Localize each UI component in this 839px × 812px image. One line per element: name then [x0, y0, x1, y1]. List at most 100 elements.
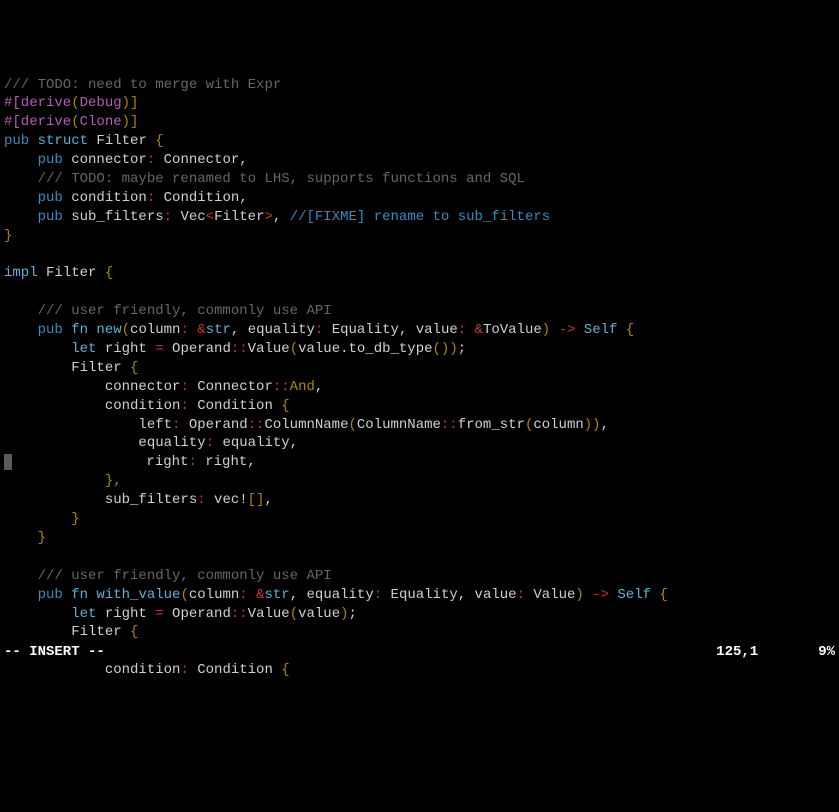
- scope: ::: [231, 606, 248, 622]
- attribute: #[derive: [4, 95, 71, 111]
- macro: vec!: [206, 492, 248, 508]
- doc-comment: /// user friendly, commonly use API: [4, 303, 332, 319]
- scroll-percent: 9%: [818, 643, 835, 662]
- type: Value: [525, 587, 575, 603]
- type: Condition,: [155, 190, 247, 206]
- var: value: [298, 606, 340, 622]
- struct-lit: Condition: [189, 398, 281, 414]
- field: sub_filters: [63, 209, 164, 225]
- field: sub_filters: [4, 492, 197, 508]
- param: column: [130, 322, 180, 338]
- field: connector: [63, 152, 147, 168]
- param: , equality: [231, 322, 315, 338]
- paren: (: [290, 341, 298, 357]
- attr-arg: Debug: [80, 95, 122, 111]
- colon: :: [164, 209, 172, 225]
- cursor-icon: [4, 454, 12, 470]
- val: right,: [197, 454, 256, 470]
- variant: And: [290, 379, 315, 395]
- brace: }: [4, 511, 80, 527]
- semi: ;: [349, 606, 357, 622]
- keyword: struct: [29, 133, 88, 149]
- paren: ): [575, 587, 583, 603]
- param: Equality, value: [382, 587, 516, 603]
- struct-lit: Condition: [189, 662, 281, 678]
- call: value.to_db_type: [298, 341, 432, 357]
- status-bar: -- INSERT -- 125,1 9%: [0, 643, 839, 662]
- cursor-position: 125,1: [716, 643, 758, 662]
- colon: :: [374, 587, 382, 603]
- brace: {: [105, 265, 113, 281]
- brace: {: [130, 624, 138, 640]
- punct: ,: [273, 209, 290, 225]
- struct-lit: Filter: [4, 360, 130, 376]
- enum: Operand: [164, 341, 231, 357]
- colon: :: [180, 398, 188, 414]
- field: condition: [4, 662, 180, 678]
- comma: ,: [264, 492, 272, 508]
- brace: }: [4, 228, 12, 244]
- variant: Value: [248, 606, 290, 622]
- code-editor[interactable]: /// TODO: need to merge with Expr #[deri…: [0, 76, 839, 681]
- call: from_str: [458, 417, 525, 433]
- keyword: impl: [4, 265, 38, 281]
- field: left: [4, 417, 172, 433]
- struct-lit: Filter: [4, 624, 130, 640]
- attribute: #[derive: [4, 114, 71, 130]
- field: condition: [4, 398, 180, 414]
- enum: Operand: [180, 417, 247, 433]
- comma: ,: [315, 379, 323, 395]
- paren: ): [340, 606, 348, 622]
- paren: )]: [122, 95, 139, 111]
- variant: Value: [248, 341, 290, 357]
- paren: ): [542, 322, 550, 338]
- paren: )): [584, 417, 601, 433]
- keyword: pub: [4, 209, 63, 225]
- brace: },: [4, 473, 122, 489]
- doc-comment: /// TODO: maybe renamed to LHS, supports…: [4, 171, 525, 187]
- brace: {: [651, 587, 668, 603]
- colon: :: [239, 587, 247, 603]
- brace: {: [281, 662, 289, 678]
- keyword: fn: [63, 322, 88, 338]
- bracket: []: [248, 492, 265, 508]
- paren: (: [71, 114, 79, 130]
- struct-name: Filter: [88, 133, 155, 149]
- doc-comment: /// TODO: need to merge with Expr: [4, 77, 281, 93]
- var: right: [96, 606, 155, 622]
- var: right: [96, 341, 155, 357]
- self-type: Self: [584, 322, 618, 338]
- enum: Connector: [189, 379, 273, 395]
- keyword: fn: [63, 587, 88, 603]
- type: Filter: [214, 209, 264, 225]
- colon: :: [188, 454, 196, 470]
- keyword: pub: [4, 190, 63, 206]
- fn-name: with_value: [88, 587, 180, 603]
- paren: (: [348, 417, 356, 433]
- field: equality: [4, 435, 206, 451]
- param: column: [189, 587, 239, 603]
- val: equality,: [214, 435, 298, 451]
- brace: {: [130, 360, 138, 376]
- arrow: ->: [584, 587, 618, 603]
- keyword: let: [4, 341, 96, 357]
- amp: &: [189, 322, 206, 338]
- paren: (: [122, 322, 130, 338]
- semi: ;: [458, 341, 466, 357]
- field: right: [12, 454, 188, 470]
- colon: :: [180, 662, 188, 678]
- comment: //[FIXME] rename to sub_filters: [290, 209, 550, 225]
- paren: )]: [122, 114, 139, 130]
- paren: ()): [433, 341, 458, 357]
- doc-comment: /// user friendly, commonly use API: [4, 568, 332, 584]
- scope: ::: [273, 379, 290, 395]
- type: Connector,: [155, 152, 247, 168]
- variant: ColumnName: [264, 417, 348, 433]
- amp: &: [466, 322, 483, 338]
- var: column: [533, 417, 583, 433]
- keyword: pub: [4, 587, 63, 603]
- colon: :: [147, 190, 155, 206]
- paren: (: [290, 606, 298, 622]
- brace: {: [281, 398, 289, 414]
- colon: :: [180, 379, 188, 395]
